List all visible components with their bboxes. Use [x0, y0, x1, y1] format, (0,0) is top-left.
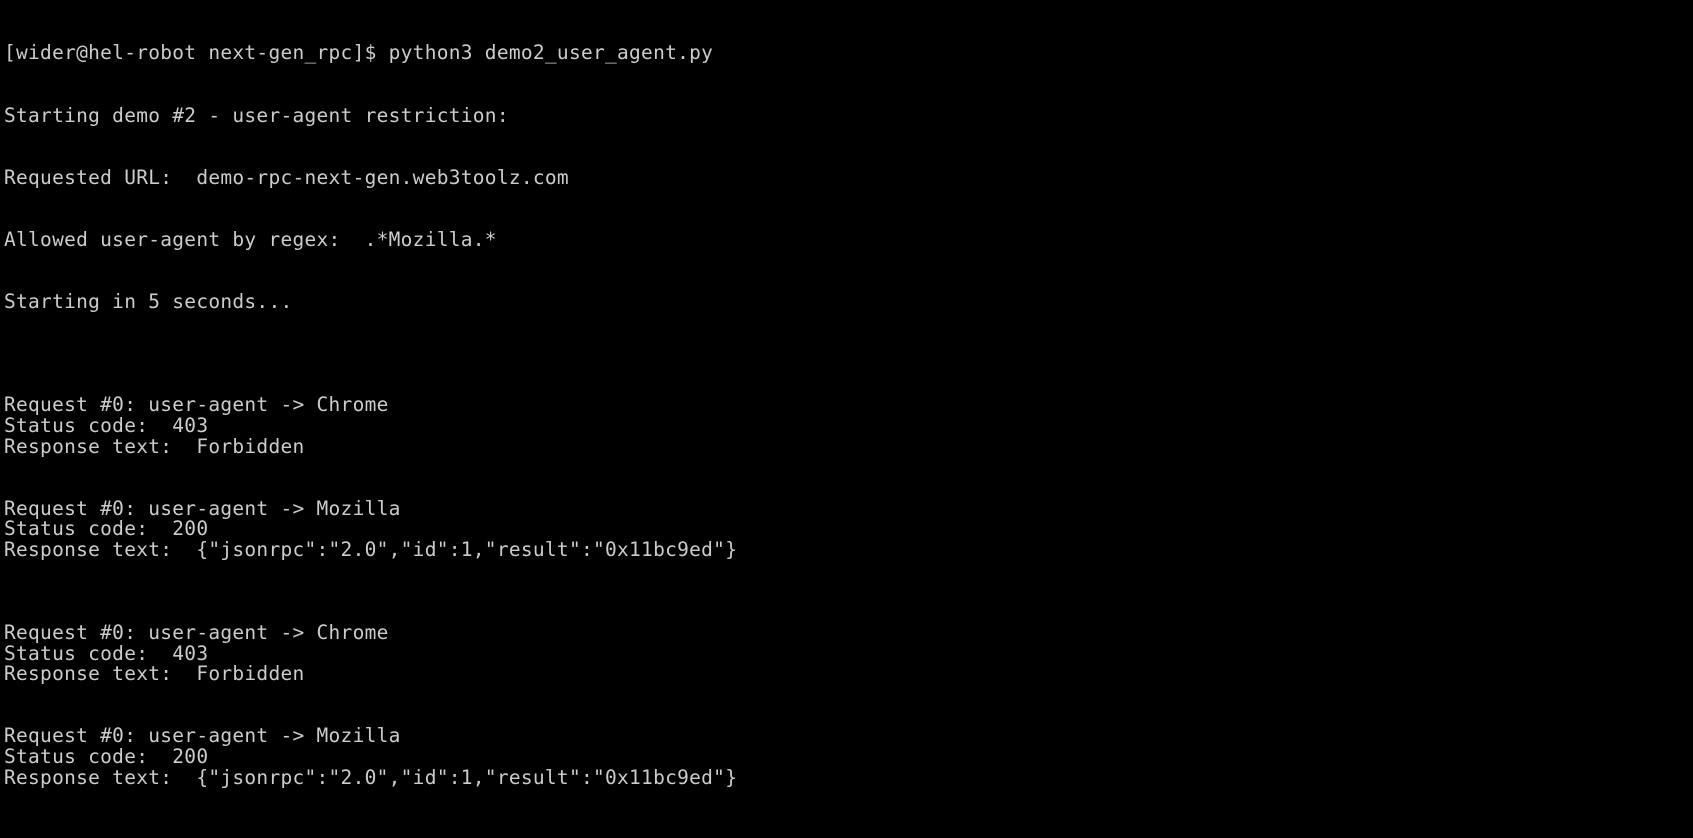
demo-title-line: Starting demo #2 - user-agent restrictio…	[4, 103, 509, 127]
request-line: Request #0: user-agent -> Chrome	[4, 393, 389, 417]
shell-prompt-command-line: [wider@hel-robot next-gen_rpc]$ python3 …	[4, 41, 714, 65]
countdown-line: Starting in 5 seconds...	[4, 289, 293, 313]
request-blocks-container: Request #0: user-agent -> Chrome Status c…	[4, 354, 1693, 838]
status-code-line: Status code: 403	[4, 413, 209, 437]
allowed-user-agent-line: Allowed user-agent by regex: .*Mozilla.*	[4, 227, 497, 251]
response-text-line: Response text: Forbidden	[4, 662, 305, 686]
request-line: Request #0: user-agent -> Mozilla	[4, 496, 401, 520]
response-text-line: Response text: {"jsonrpc":"2.0","id":1,"…	[4, 538, 738, 562]
status-code-line: Status code: 200	[4, 744, 209, 768]
status-code-line: Status code: 403	[4, 641, 209, 665]
response-text-line: Response text: {"jsonrpc":"2.0","id":1,"…	[4, 765, 738, 789]
request-line: Request #0: user-agent -> Chrome	[4, 620, 389, 644]
terminal-output-area[interactable]: [wider@hel-robot next-gen_rpc]$ python3 …	[0, 0, 1693, 838]
response-text-line: Response text: Forbidden	[4, 434, 305, 458]
requested-url-line: Requested URL: demo-rpc-next-gen.web3too…	[4, 165, 569, 189]
status-code-line: Status code: 200	[4, 517, 209, 541]
request-line: Request #0: user-agent -> Mozilla	[4, 724, 401, 748]
